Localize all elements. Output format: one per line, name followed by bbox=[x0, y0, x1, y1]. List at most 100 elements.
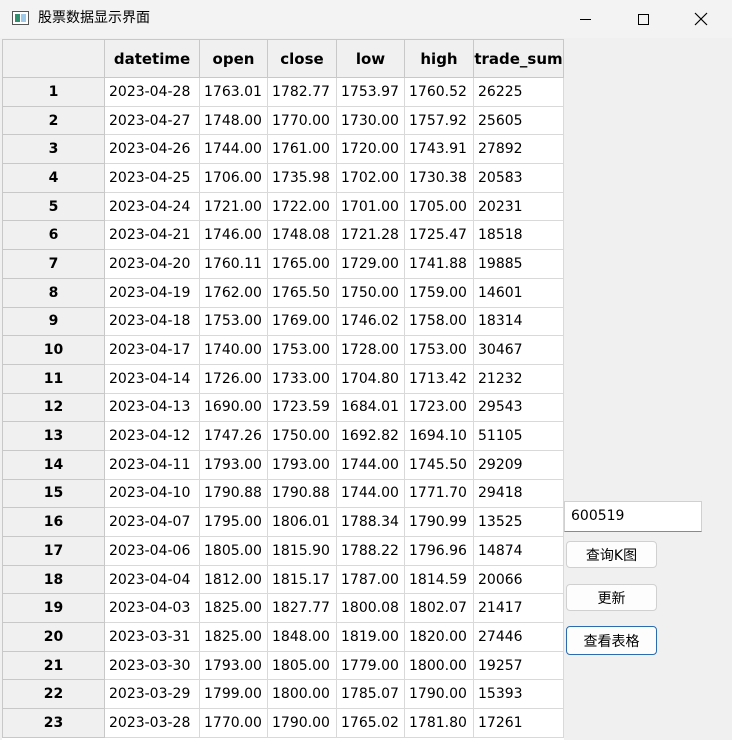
table-cell-open[interactable]: 1740.00 bbox=[199, 335, 268, 365]
table-row[interactable]: 20 2023-03-31 1825.00 1848.00 1819.00 1820.00… bbox=[2, 622, 564, 652]
row-header[interactable]: 12 bbox=[2, 392, 105, 423]
table-cell-high[interactable]: 1802.07 bbox=[404, 593, 474, 624]
corner-header[interactable] bbox=[2, 39, 105, 78]
table-cell-low[interactable]: 1720.00 bbox=[336, 134, 405, 165]
table-cell-high[interactable]: 1730.38 bbox=[404, 163, 474, 193]
table-cell-trade-sum[interactable]: 25605 bbox=[473, 105, 564, 136]
table-cell-high[interactable]: 1800.00 bbox=[404, 650, 474, 681]
table-cell-close[interactable]: 1827.77 bbox=[267, 593, 337, 624]
table-cell-low[interactable]: 1765.02 bbox=[336, 708, 405, 738]
table-cell-datetime[interactable]: 2023-04-21 bbox=[104, 220, 200, 251]
table-cell-trade-sum[interactable]: 18314 bbox=[473, 306, 564, 337]
table-row[interactable]: 3 2023-04-26 1744.00 1761.00 1720.00 1743.91 2… bbox=[2, 134, 564, 165]
table-cell-close[interactable]: 1815.90 bbox=[267, 536, 337, 566]
column-header-low[interactable]: low bbox=[336, 39, 405, 78]
table-row[interactable]: 10 2023-04-17 1740.00 1753.00 1728.00 1753.00… bbox=[2, 335, 564, 365]
row-header[interactable]: 23 bbox=[2, 708, 105, 738]
table-cell-open[interactable]: 1770.00 bbox=[199, 708, 268, 738]
table-cell-datetime[interactable]: 2023-04-14 bbox=[104, 363, 200, 394]
table-row[interactable]: 15 2023-04-10 1790.88 1790.88 1744.00 1771.70… bbox=[2, 478, 564, 509]
table-cell-open[interactable]: 1795.00 bbox=[199, 507, 268, 537]
table-cell-trade-sum[interactable]: 18518 bbox=[473, 220, 564, 251]
table-row[interactable]: 5 2023-04-24 1721.00 1722.00 1701.00 1705.00 2… bbox=[2, 191, 564, 222]
table-cell-high[interactable]: 1760.52 bbox=[404, 77, 474, 107]
row-header[interactable]: 6 bbox=[2, 220, 105, 251]
table-cell-trade-sum[interactable]: 20231 bbox=[473, 191, 564, 222]
maximize-button[interactable] bbox=[614, 0, 672, 38]
close-button[interactable] bbox=[672, 0, 730, 38]
table-cell-datetime[interactable]: 2023-04-11 bbox=[104, 449, 200, 480]
column-header-datetime[interactable]: datetime bbox=[104, 39, 200, 78]
table-cell-trade-sum[interactable]: 21417 bbox=[473, 593, 564, 624]
table-cell-low[interactable]: 1730.00 bbox=[336, 105, 405, 136]
table-cell-close[interactable]: 1805.00 bbox=[267, 650, 337, 681]
table-cell-trade-sum[interactable]: 21232 bbox=[473, 363, 564, 394]
table-cell-open[interactable]: 1746.00 bbox=[199, 220, 268, 251]
table-cell-high[interactable]: 1814.59 bbox=[404, 564, 474, 595]
table-cell-high[interactable]: 1758.00 bbox=[404, 306, 474, 337]
table-cell-datetime[interactable]: 2023-03-28 bbox=[104, 708, 200, 738]
table-cell-datetime[interactable]: 2023-04-07 bbox=[104, 507, 200, 537]
table-cell-low[interactable]: 1753.97 bbox=[336, 77, 405, 107]
table-cell-open[interactable]: 1690.00 bbox=[199, 392, 268, 423]
table-cell-high[interactable]: 1759.00 bbox=[404, 277, 474, 308]
table-cell-low[interactable]: 1692.82 bbox=[336, 421, 405, 451]
table-cell-close[interactable]: 1769.00 bbox=[267, 306, 337, 337]
table-row[interactable]: 2 2023-04-27 1748.00 1770.00 1730.00 1757.92 2… bbox=[2, 105, 564, 136]
table-cell-trade-sum[interactable]: 29209 bbox=[473, 449, 564, 480]
table-cell-datetime[interactable]: 2023-04-24 bbox=[104, 191, 200, 222]
table-cell-open[interactable]: 1812.00 bbox=[199, 564, 268, 595]
table-cell-datetime[interactable]: 2023-04-04 bbox=[104, 564, 200, 595]
row-header[interactable]: 5 bbox=[2, 191, 105, 222]
row-header[interactable]: 14 bbox=[2, 449, 105, 480]
table-cell-close[interactable]: 1753.00 bbox=[267, 335, 337, 365]
table-cell-high[interactable]: 1790.00 bbox=[404, 679, 474, 710]
table-row[interactable]: 4 2023-04-25 1706.00 1735.98 1702.00 1730.38 2… bbox=[2, 163, 564, 193]
table-cell-low[interactable]: 1744.00 bbox=[336, 449, 405, 480]
column-header-close[interactable]: close bbox=[267, 39, 337, 78]
table-cell-close[interactable]: 1735.98 bbox=[267, 163, 337, 193]
table-cell-trade-sum[interactable]: 17261 bbox=[473, 708, 564, 738]
table-cell-open[interactable]: 1706.00 bbox=[199, 163, 268, 193]
table-cell-trade-sum[interactable]: 29418 bbox=[473, 478, 564, 509]
table-cell-close[interactable]: 1790.88 bbox=[267, 478, 337, 509]
table-cell-datetime[interactable]: 2023-04-03 bbox=[104, 593, 200, 624]
table-cell-close[interactable]: 1848.00 bbox=[267, 622, 337, 652]
table-cell-datetime[interactable]: 2023-04-26 bbox=[104, 134, 200, 165]
row-header[interactable]: 20 bbox=[2, 622, 105, 652]
row-header[interactable]: 9 bbox=[2, 306, 105, 337]
table-cell-datetime[interactable]: 2023-04-20 bbox=[104, 249, 200, 279]
table-cell-open[interactable]: 1721.00 bbox=[199, 191, 268, 222]
table-row[interactable]: 8 2023-04-19 1762.00 1765.50 1750.00 1759.00 1… bbox=[2, 277, 564, 308]
table-cell-open[interactable]: 1799.00 bbox=[199, 679, 268, 710]
table-row[interactable]: 12 2023-04-13 1690.00 1723.59 1684.01 1723.00… bbox=[2, 392, 564, 423]
table-cell-datetime[interactable]: 2023-03-29 bbox=[104, 679, 200, 710]
row-header[interactable]: 2 bbox=[2, 105, 105, 136]
update-button[interactable]: 更新 bbox=[566, 584, 657, 611]
table-cell-high[interactable]: 1790.99 bbox=[404, 507, 474, 537]
table-cell-close[interactable]: 1793.00 bbox=[267, 449, 337, 480]
row-header[interactable]: 18 bbox=[2, 564, 105, 595]
table-cell-close[interactable]: 1733.00 bbox=[267, 363, 337, 394]
row-header[interactable]: 19 bbox=[2, 593, 105, 624]
table-cell-datetime[interactable]: 2023-03-31 bbox=[104, 622, 200, 652]
table-cell-trade-sum[interactable]: 14601 bbox=[473, 277, 564, 308]
column-header-high[interactable]: high bbox=[404, 39, 474, 78]
table-cell-trade-sum[interactable]: 30467 bbox=[473, 335, 564, 365]
table-cell-datetime[interactable]: 2023-04-17 bbox=[104, 335, 200, 365]
table-cell-open[interactable]: 1747.26 bbox=[199, 421, 268, 451]
table-cell-open[interactable]: 1744.00 bbox=[199, 134, 268, 165]
table-cell-close[interactable]: 1800.00 bbox=[267, 679, 337, 710]
table-cell-close[interactable]: 1770.00 bbox=[267, 105, 337, 136]
table-cell-open[interactable]: 1763.01 bbox=[199, 77, 268, 107]
table-row[interactable]: 14 2023-04-11 1793.00 1793.00 1744.00 1745.50… bbox=[2, 449, 564, 480]
table-cell-trade-sum[interactable]: 13525 bbox=[473, 507, 564, 537]
table-cell-low[interactable]: 1704.80 bbox=[336, 363, 405, 394]
table-cell-high[interactable]: 1713.42 bbox=[404, 363, 474, 394]
table-cell-open[interactable]: 1726.00 bbox=[199, 363, 268, 394]
table-row[interactable]: 21 2023-03-30 1793.00 1805.00 1779.00 1800.00… bbox=[2, 650, 564, 681]
table-cell-close[interactable]: 1806.01 bbox=[267, 507, 337, 537]
table-cell-high[interactable]: 1694.10 bbox=[404, 421, 474, 451]
table-cell-trade-sum[interactable]: 14874 bbox=[473, 536, 564, 566]
table-cell-high[interactable]: 1725.47 bbox=[404, 220, 474, 251]
